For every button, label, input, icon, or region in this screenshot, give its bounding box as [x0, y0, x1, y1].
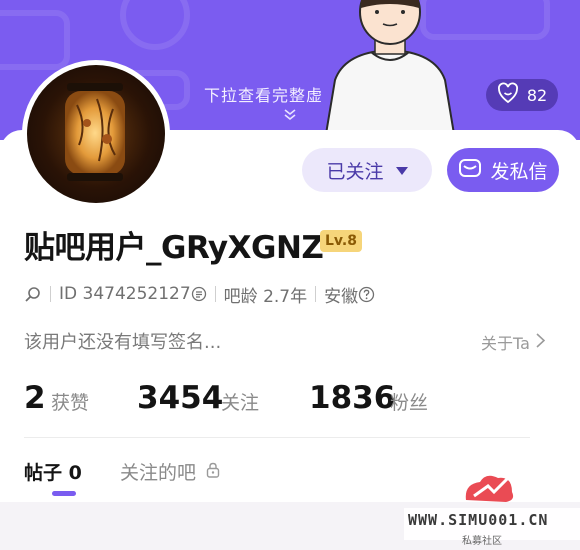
send-message-label: 发私信 [490, 160, 548, 183]
following-label: 关注 [221, 392, 260, 414]
lock-icon [206, 461, 220, 483]
smile-heart-icon [497, 82, 519, 108]
username: 贴吧用户_GRyXGNZ [24, 230, 324, 266]
bar-age: 吧龄 2.7年 [223, 286, 308, 307]
watermark-logo [465, 474, 514, 502]
header-decoration [0, 10, 70, 70]
caret-down-icon [395, 159, 408, 181]
tab-posts-count: 0 [68, 462, 82, 484]
tab-followed-bars-label: 关注的吧 [120, 462, 197, 484]
send-message-button[interactable]: 发私信 [447, 148, 559, 192]
site-watermark: WWW.SIMU001.CN 私募社区 [404, 470, 580, 550]
copy-icon[interactable] [191, 286, 207, 302]
profile-meta-row: ID 3474252127 吧龄 2.7年 安徽 [24, 282, 375, 307]
meta-divider [315, 286, 317, 302]
tab-posts[interactable]: 帖子 0 [24, 458, 82, 485]
header-decoration [120, 0, 190, 50]
like-count-pill[interactable]: 82 [486, 79, 558, 111]
level-badge[interactable]: Lv.8 [320, 230, 362, 252]
about-link[interactable]: 关于Ta [481, 330, 546, 354]
about-label: 关于Ta [481, 334, 530, 353]
question-circle-icon[interactable] [358, 286, 375, 303]
followers-count[interactable]: 1836 [309, 380, 395, 416]
followers-label: 粉丝 [390, 392, 429, 414]
likes-label: 获赞 [51, 392, 90, 414]
meta-divider [214, 286, 216, 302]
tab-posts-label: 帖子 [24, 462, 63, 484]
avatar[interactable] [27, 65, 165, 203]
following-button[interactable]: 已关注 [302, 148, 432, 192]
active-tab-indicator [52, 491, 76, 496]
pull-down-hint: 下拉查看完整虚 [204, 86, 324, 105]
mail-icon [458, 156, 482, 185]
like-count: 82 [526, 85, 548, 105]
likes-count[interactable]: 2 [24, 380, 46, 416]
user-id: ID 3474252127 [59, 284, 191, 304]
search-icon [24, 285, 42, 303]
chevron-right-icon [536, 332, 546, 352]
meta-divider [50, 286, 51, 302]
location: 安徽 [324, 286, 359, 307]
following-label: 已关注 [326, 160, 384, 183]
tab-followed-bars[interactable]: 关注的吧 [120, 458, 220, 485]
user-bio: 该用户还没有填写签名... [24, 332, 222, 353]
virtual-avatar-figure[interactable] [305, 0, 475, 140]
section-divider [24, 437, 530, 438]
watermark-subtitle: 私募社区 [462, 536, 502, 547]
following-count[interactable]: 3454 [137, 380, 223, 416]
watermark-url: WWW.SIMU001.CN [408, 511, 549, 529]
chevron-down-icon [283, 108, 297, 123]
